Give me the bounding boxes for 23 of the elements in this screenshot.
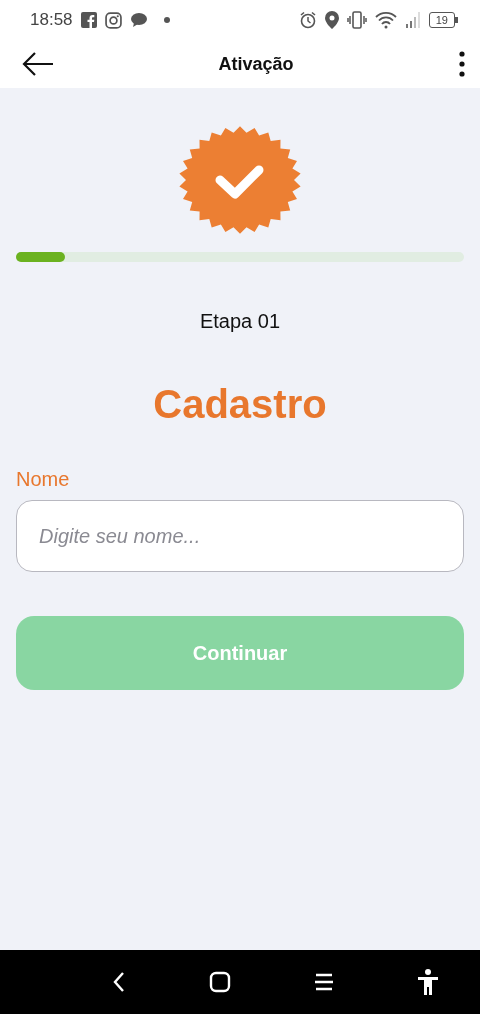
camera-icon <box>104 11 122 29</box>
wifi-icon <box>374 11 397 29</box>
field-label: Nome <box>16 467 70 492</box>
page-heading: Cadastro <box>153 382 327 426</box>
name-input[interactable]: Digite seu nome... <box>16 500 464 572</box>
more-options-icon[interactable] <box>458 51 466 77</box>
home-icon[interactable] <box>208 971 231 993</box>
dot-icon <box>163 17 170 23</box>
location-icon <box>324 11 339 29</box>
facebook-icon <box>80 12 97 28</box>
step-label: Etapa 01 <box>199 310 281 332</box>
recent-apps-icon[interactable] <box>313 972 334 992</box>
chat-icon <box>129 12 148 28</box>
back-icon[interactable] <box>111 971 126 993</box>
vibrate-icon <box>346 11 367 29</box>
signal-icon <box>404 11 421 29</box>
status-time: 18:58 <box>30 9 73 32</box>
battery-icon: 19 <box>428 12 458 28</box>
back-arrow-icon[interactable] <box>22 52 54 76</box>
screen-title: Ativação <box>218 52 294 76</box>
accessibility-icon[interactable] <box>416 969 439 995</box>
verified-badge-icon <box>176 126 304 234</box>
alarm-icon <box>298 11 317 29</box>
